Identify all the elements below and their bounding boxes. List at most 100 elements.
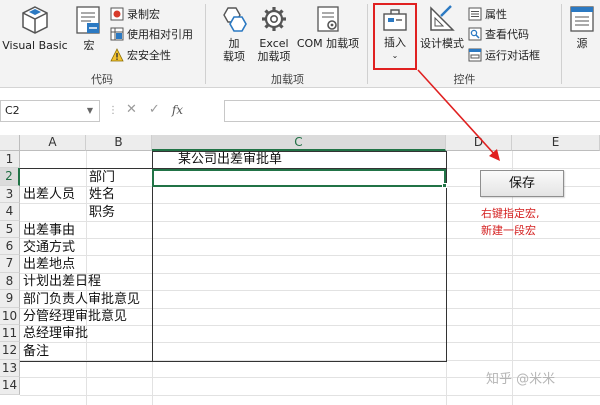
xml-source-icon	[570, 6, 594, 32]
annotation-line-1: 右键指定宏,	[481, 207, 540, 220]
visual-basic-button[interactable]: Visual Basic	[2, 4, 68, 52]
row-header-5[interactable]: 5	[0, 220, 20, 238]
row-header-3[interactable]: 3	[0, 185, 20, 204]
selected-cell-c2[interactable]	[152, 169, 446, 187]
formula-input[interactable]	[224, 100, 600, 122]
label-manager: 分管经理审批意见	[23, 309, 128, 324]
design-mode-label: 设计模式	[420, 37, 464, 50]
enter-icon[interactable]: ✓	[149, 100, 160, 120]
excel-addins-label-1: Excel	[259, 37, 289, 50]
design-mode-icon	[430, 5, 455, 31]
controls-group-label: 控件	[453, 73, 476, 86]
addins-label-2: 载项	[223, 50, 245, 63]
row-header-13[interactable]: 13	[0, 359, 20, 378]
resize-handle-icon[interactable]: ⋮	[108, 105, 118, 116]
label-dept-head: 部门负责人审批意见	[23, 292, 141, 307]
form-title: 某公司出差审批单	[178, 152, 283, 167]
row-header-6[interactable]: 6	[0, 238, 20, 256]
run-dialog-button[interactable]: 运行对话框	[468, 46, 540, 64]
row-header-11[interactable]: 11	[0, 325, 20, 343]
visual-basic-icon	[22, 6, 48, 34]
excel-addins-button[interactable]: Excel 加载项	[254, 4, 294, 63]
addins-button[interactable]: 加 载项	[214, 4, 254, 63]
row-header-14[interactable]: 14	[0, 377, 20, 395]
record-macro-button[interactable]: 录制宏	[110, 5, 160, 23]
view-code-icon	[468, 27, 482, 41]
row-header-7[interactable]: 7	[0, 255, 20, 273]
ribbon-separator	[367, 4, 368, 84]
column-header-e[interactable]: E	[512, 135, 600, 151]
record-macro-label: 录制宏	[127, 8, 160, 21]
design-mode-button[interactable]: 设计模式	[420, 4, 464, 50]
gear-icon	[262, 7, 286, 31]
cancel-icon[interactable]: ✕	[126, 100, 137, 120]
insert-highlight-box	[373, 3, 417, 70]
annotation-note: 右键指定宏, 新建一段宏	[481, 205, 540, 239]
row-header-9[interactable]: 9	[0, 290, 20, 308]
row-gridline	[20, 255, 600, 257]
com-addins-label: COM 加载项	[296, 37, 360, 50]
annotation-line-2: 新建一段宏	[481, 224, 536, 237]
source-label: 源	[576, 37, 588, 50]
label-remarks: 备注	[23, 344, 50, 359]
relative-refs-label: 使用相对引用	[127, 28, 193, 41]
source-button[interactable]: 源	[566, 4, 598, 50]
view-code-button[interactable]: 查看代码	[468, 25, 529, 43]
row-header-10[interactable]: 10	[0, 307, 20, 325]
label-schedule: 计划出差日程	[23, 274, 102, 289]
view-code-label: 查看代码	[485, 28, 529, 41]
macros-button[interactable]: 宏	[72, 4, 106, 52]
row-gridline	[20, 272, 600, 274]
record-macro-icon	[110, 7, 124, 21]
save-button[interactable]: 保存	[480, 170, 564, 197]
ribbon-separator	[205, 4, 206, 84]
label-reason: 出差事由	[23, 223, 76, 238]
addins-group-label: 加载项	[271, 73, 304, 86]
row-header-4[interactable]: 4	[0, 203, 20, 221]
addins-label-1: 加	[228, 37, 240, 50]
macros-icon	[76, 6, 100, 34]
macro-security-button[interactable]: 宏安全性	[110, 46, 171, 64]
addins-hexagon-icon	[223, 7, 247, 32]
relative-refs-icon	[110, 27, 124, 41]
row-header-2[interactable]: 2	[0, 168, 20, 186]
ribbon-separator	[561, 4, 562, 84]
name-box[interactable]: C2 ▼	[0, 100, 100, 122]
com-addins-icon	[317, 6, 339, 32]
visual-basic-label: Visual Basic	[2, 39, 68, 52]
column-header-c[interactable]: C	[152, 135, 446, 151]
properties-icon	[468, 7, 482, 21]
column-header-d[interactable]: D	[446, 135, 512, 151]
watermark: 知乎 @米米	[486, 372, 556, 387]
insert-function-icon[interactable]: fx	[172, 100, 183, 120]
label-position: 职务	[89, 205, 116, 220]
row-header-12[interactable]: 12	[0, 342, 20, 360]
column-header-b[interactable]: B	[86, 135, 152, 151]
select-all-corner[interactable]	[0, 135, 20, 151]
fill-handle[interactable]	[442, 183, 447, 188]
label-transport: 交通方式	[23, 240, 76, 255]
warning-icon	[110, 48, 124, 62]
form-border-bottom	[20, 361, 447, 362]
run-dialog-icon	[468, 48, 482, 62]
code-group-label: 代码	[91, 73, 113, 86]
row-gridline	[20, 325, 600, 326]
label-gm: 总经理审批	[23, 326, 89, 341]
relative-refs-button[interactable]: 使用相对引用	[110, 25, 193, 43]
row-gridline	[20, 342, 600, 344]
run-dialog-label: 运行对话框	[485, 49, 540, 62]
properties-button[interactable]: 属性	[468, 5, 507, 23]
label-dept: 部门	[89, 170, 116, 185]
com-addins-button[interactable]: COM 加载项	[294, 4, 362, 50]
column-header-a[interactable]: A	[20, 135, 86, 151]
macros-label: 宏	[83, 39, 95, 52]
label-traveler: 出差人员	[23, 187, 76, 202]
macro-security-label: 宏安全性	[127, 49, 171, 62]
name-box-dropdown-icon[interactable]: ▼	[87, 101, 93, 121]
excel-addins-label-2: 加载项	[257, 50, 291, 63]
label-place: 出差地点	[23, 257, 76, 272]
row-header-1[interactable]: 1	[0, 151, 20, 169]
formula-bar: C2 ▼ ⋮ ✕ ✓ fx	[0, 97, 600, 125]
label-name: 姓名	[89, 187, 116, 202]
row-header-8[interactable]: 8	[0, 272, 20, 291]
